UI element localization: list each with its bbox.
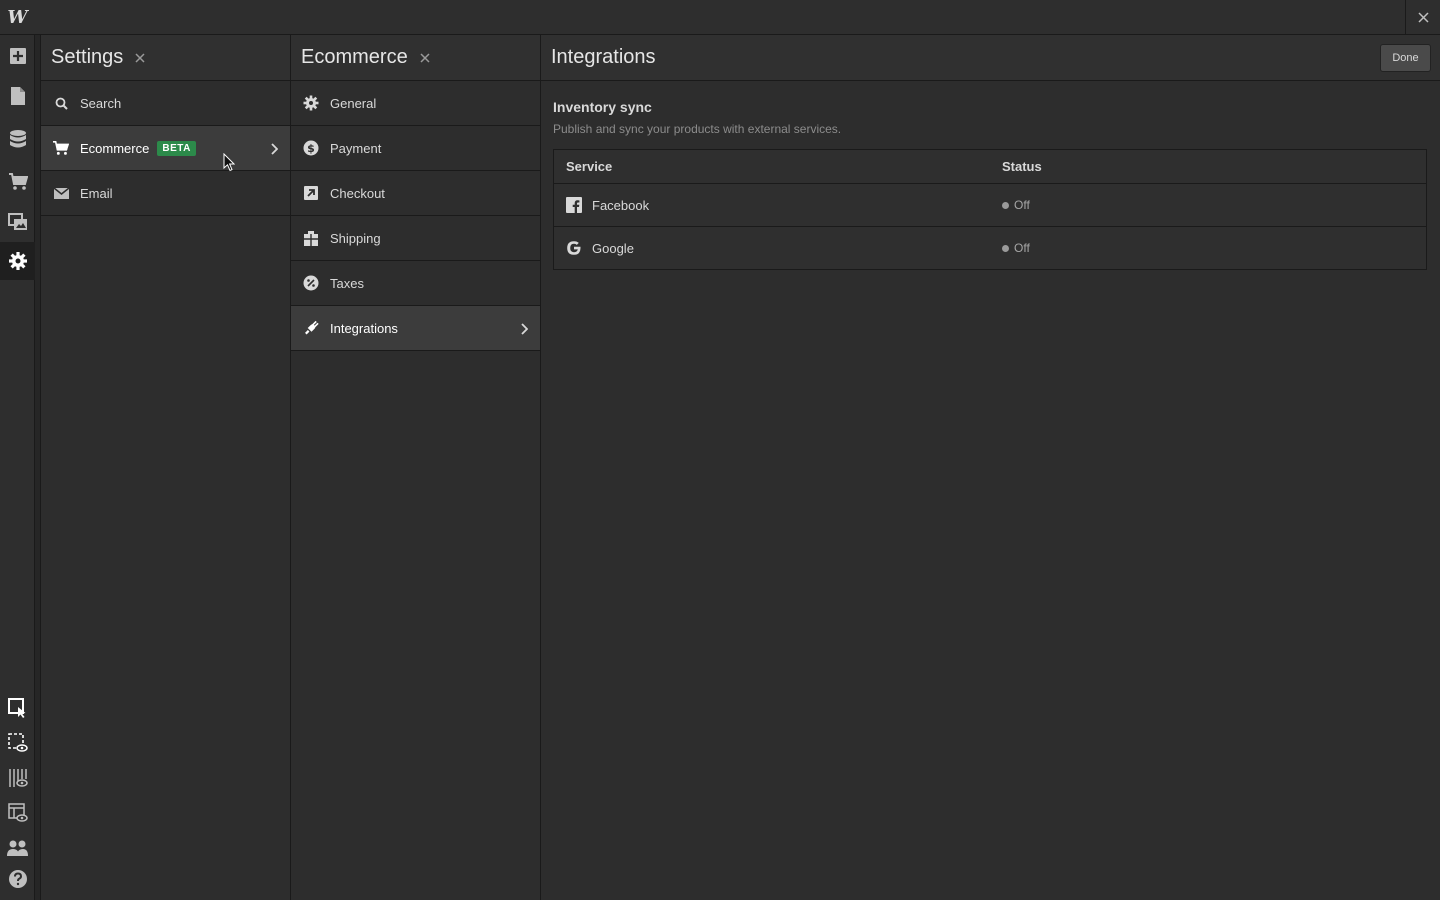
ecommerce-item-checkout[interactable]: Checkout [291, 171, 540, 216]
shipping-icon [303, 230, 319, 246]
grid-preview-icon [8, 769, 28, 787]
assets-icon [7, 213, 27, 230]
ecommerce-item-label: Payment [330, 140, 382, 156]
integrations-title: Integrations [551, 46, 656, 68]
close-ecommerce-button[interactable] [420, 52, 430, 63]
close-settings-button[interactable] [135, 52, 145, 63]
assets-panel-button[interactable] [0, 203, 35, 241]
ecommerce-panel-button[interactable] [0, 162, 35, 200]
svg-text:$: $ [307, 142, 315, 155]
grid-preview-button[interactable] [0, 759, 35, 797]
settings-title: Settings [51, 46, 124, 68]
settings-icon [8, 252, 27, 270]
column-header-service: Service [566, 159, 613, 174]
column-header-status: Status [1002, 159, 1042, 174]
ecommerce-panel: Ecommerce General $ Payment Checkout Shi… [291, 35, 541, 900]
close-icon [135, 52, 145, 63]
ecommerce-item-label: Taxes [330, 275, 364, 291]
settings-item-search[interactable]: Search [41, 81, 290, 126]
table-row[interactable]: Google Off [554, 227, 1426, 269]
settings-panel-button[interactable] [0, 242, 35, 280]
facebook-icon [566, 197, 582, 213]
cms-panel-button[interactable] [0, 120, 35, 158]
close-designer-button[interactable] [1405, 0, 1440, 35]
service-name: Facebook [592, 197, 650, 213]
ecommerce-item-general[interactable]: General [291, 81, 540, 126]
close-icon [1417, 12, 1429, 23]
section-title: Inventory sync [553, 99, 652, 115]
status-text: Off [1014, 198, 1030, 212]
table-header: Service Status [554, 150, 1426, 184]
section-description: Publish and sync your products with exte… [553, 122, 842, 136]
ecommerce-header: Ecommerce [291, 35, 540, 81]
preview-box-icon [7, 733, 28, 752]
ecommerce-item-taxes[interactable]: Taxes [291, 261, 540, 306]
status-dot [1002, 201, 1009, 209]
ecommerce-item-label: Checkout [330, 185, 385, 201]
google-icon [566, 240, 582, 256]
settings-item-email[interactable]: Email [41, 171, 290, 216]
service-name: Google [592, 240, 634, 256]
layout-preview-button[interactable] [0, 794, 35, 832]
integrations-table: Service Status Facebook Off Google Off [553, 149, 1427, 270]
close-icon [420, 52, 430, 63]
settings-header: Settings [41, 35, 290, 81]
taxes-icon [303, 275, 319, 291]
webflow-logo[interactable]: W [0, 0, 35, 35]
mail-icon [53, 185, 69, 201]
add-icon [9, 48, 26, 64]
search-icon [53, 95, 69, 111]
table-row[interactable]: Facebook Off [554, 184, 1426, 227]
chevron-right-icon [520, 306, 528, 351]
users-icon [6, 840, 28, 856]
ecommerce-item-payment[interactable]: $ Payment [291, 126, 540, 171]
help-button[interactable] [0, 860, 35, 898]
ecommerce-item-integrations[interactable]: Integrations [291, 306, 540, 351]
cart-icon [53, 140, 69, 156]
dollar-icon: $ [303, 140, 319, 156]
select-icon [7, 698, 25, 718]
gear-icon [303, 95, 319, 111]
cms-icon [9, 130, 26, 148]
checkout-icon [303, 185, 319, 201]
plug-icon [303, 320, 319, 336]
settings-item-label: Ecommerce [80, 140, 150, 156]
integrations-panel: Integrations Done Inventory sync Publish… [541, 35, 1440, 900]
select-mode-button[interactable] [0, 689, 35, 727]
done-button[interactable]: Done [1380, 44, 1431, 72]
pages-panel-button[interactable] [0, 77, 35, 115]
ecommerce-item-label: Integrations [330, 320, 398, 336]
preview-box-button[interactable] [0, 724, 35, 762]
settings-item-ecommerce[interactable]: Ecommerce BETA [41, 126, 290, 171]
status-dot [1002, 244, 1009, 252]
integrations-header: Integrations [541, 35, 1440, 81]
add-panel-button[interactable] [0, 37, 35, 75]
ecommerce-title: Ecommerce [301, 46, 408, 68]
beta-badge: BETA [157, 140, 196, 156]
cart-icon [8, 173, 28, 190]
chevron-right-icon [270, 126, 278, 171]
pages-icon [10, 87, 25, 105]
mouse-cursor-icon [223, 153, 235, 172]
ecommerce-item-shipping[interactable]: Shipping [291, 216, 540, 261]
top-bar: W [0, 0, 1440, 35]
settings-item-label: Email [80, 185, 113, 201]
status-text: Off [1014, 241, 1030, 255]
settings-panel: Settings Search Ecommerce BETA Email [41, 35, 291, 900]
settings-item-label: Search [80, 95, 122, 111]
help-icon [8, 870, 27, 888]
ecommerce-item-label: General [330, 95, 377, 111]
ecommerce-item-label: Shipping [330, 230, 381, 246]
left-toolbar [0, 35, 35, 900]
layout-preview-icon [7, 803, 28, 822]
